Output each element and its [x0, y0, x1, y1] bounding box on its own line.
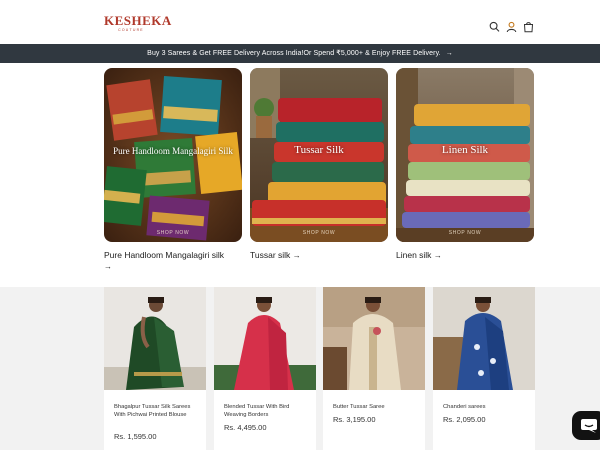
product-image[interactable] — [214, 287, 316, 390]
chat-icon — [581, 419, 597, 433]
announcement-bar[interactable]: Buy 3 Sarees & Get FREE Delivery Across … — [0, 44, 600, 63]
shop-now-label: SHOP NOW — [302, 230, 336, 236]
collection-overlay-title: Linen Silk — [441, 144, 489, 156]
collection-image[interactable]: Tussar Silk SHOP NOW — [250, 68, 388, 242]
product-image[interactable] — [104, 287, 206, 390]
brand-logo[interactable]: KESHEKA COUTURE — [104, 13, 172, 38]
product-card[interactable]: Bhagalpur Tussar Silk Sarees With Pichwa… — [104, 287, 206, 450]
header-actions — [489, 20, 534, 33]
collection-link-text: Linen silk — [396, 250, 432, 260]
arrow-right-icon: → — [445, 50, 453, 57]
collection-link-text: Pure Handloom Mangalagiri silk — [104, 250, 225, 260]
shop-now-label: SHOP NOW — [156, 230, 190, 236]
collection-card-linen[interactable]: Linen Silk SHOP NOW Linen silk → — [396, 68, 534, 261]
collection-overlay-title: Pure Handloom Mangalagiri Silk — [113, 146, 233, 156]
site-header: KESHEKA COUTURE — [0, 0, 600, 44]
search-icon[interactable] — [489, 20, 500, 32]
product-name[interactable]: Blended Tussar With Bird Weaving Borders — [224, 403, 310, 419]
arrow-right-icon: → — [104, 262, 112, 271]
product-name[interactable]: Butter Tussar Saree — [333, 403, 419, 411]
product-card[interactable]: Chanderi sarees Rs. 2,095.00 — [433, 287, 535, 450]
collection-link[interactable]: Linen silk → — [396, 250, 534, 261]
product-name[interactable]: Chanderi sarees — [443, 403, 529, 411]
product-card[interactable]: Butter Tussar Saree Rs. 3,195.00 — [323, 287, 425, 450]
product-price: Rs. 3,195.00 — [333, 415, 376, 424]
brand-tagline: COUTURE — [118, 28, 144, 32]
collection-card-tussar[interactable]: Tussar Silk SHOP NOW Tussar silk → — [250, 68, 388, 261]
product-image[interactable] — [323, 287, 425, 390]
collection-card-mangalagiri[interactable]: Pure Handloom Mangalagiri Silk SHOP NOW … — [104, 68, 242, 272]
product-card[interactable]: Blended Tussar With Bird Weaving Borders… — [214, 287, 316, 450]
collection-overlay-title: Tussar Silk — [294, 144, 344, 156]
collection-image[interactable]: Pure Handloom Mangalagiri Silk SHOP NOW — [104, 68, 242, 242]
product-image[interactable] — [433, 287, 535, 390]
arrow-right-icon: → — [292, 251, 301, 260]
shop-now-label: SHOP NOW — [448, 230, 482, 236]
announcement-text: Buy 3 Sarees & Get FREE Delivery Across … — [147, 50, 441, 57]
brand-name: KESHEKA — [104, 13, 172, 28]
product-price: Rs. 1,595.00 — [114, 432, 157, 441]
cart-icon[interactable] — [523, 20, 534, 33]
product-price: Rs. 4,495.00 — [224, 423, 267, 432]
product-name[interactable]: Bhagalpur Tussar Silk Sarees With Pichwa… — [114, 403, 200, 419]
collection-link-text: Tussar silk — [250, 250, 291, 260]
product-price: Rs. 2,095.00 — [443, 415, 486, 424]
collection-link[interactable]: Pure Handloom Mangalagiri silk → — [104, 250, 242, 272]
chat-button[interactable] — [572, 411, 600, 440]
arrow-right-icon: → — [433, 251, 442, 260]
collection-image[interactable]: Linen Silk SHOP NOW — [396, 68, 534, 242]
collection-link[interactable]: Tussar silk → — [250, 250, 388, 261]
user-icon[interactable] — [506, 20, 517, 33]
